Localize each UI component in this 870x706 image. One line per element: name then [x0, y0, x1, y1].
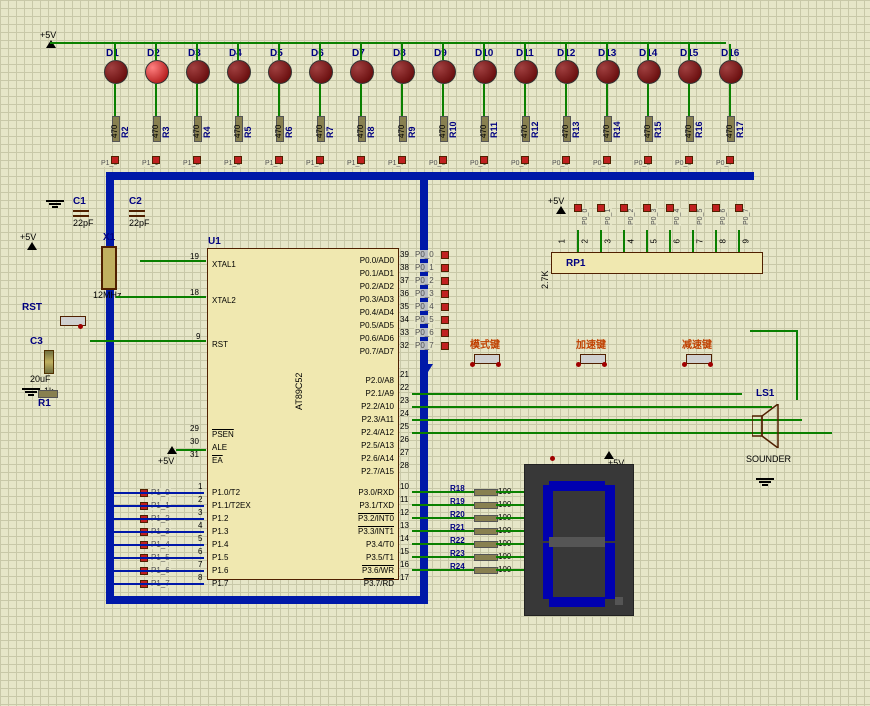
c1-val: 22pF — [73, 218, 94, 228]
res-r24 — [474, 567, 498, 574]
rp1-ref: RP1 — [566, 258, 585, 269]
wire-xtal1 — [140, 260, 206, 262]
res-r21 — [474, 528, 498, 535]
vcc-reset-arrow — [27, 242, 37, 250]
c2-sym — [129, 210, 145, 212]
btn-label-up: 加速键 — [576, 336, 606, 351]
led-d1 — [104, 60, 128, 84]
bus-horizontal — [106, 172, 754, 180]
led-d9 — [432, 60, 456, 84]
xtal2-lbl: XTAL2 — [212, 296, 236, 305]
mcu-part: AT89C52 — [294, 373, 304, 410]
led-ref-5: D6 — [311, 48, 324, 59]
vcc-rp1-lbl: +5V — [548, 196, 564, 206]
seg-g — [549, 537, 605, 547]
led-ref-3: D4 — [229, 48, 242, 59]
led-ref-2: D3 — [188, 48, 201, 59]
gnd-caps — [46, 200, 64, 202]
res-r22 — [474, 541, 498, 548]
seg-f — [543, 485, 553, 541]
seg-c — [605, 543, 615, 599]
btn-label-mode: 模式键 — [470, 336, 500, 351]
c3-sym — [44, 350, 54, 374]
c3-ref: C3 — [30, 336, 43, 347]
led-d6 — [309, 60, 333, 84]
led-d11 — [514, 60, 538, 84]
c2-sym2 — [129, 215, 145, 217]
seven-seg-display — [524, 464, 634, 616]
led-ref-0: D1 — [106, 48, 119, 59]
vcc-rp1 — [556, 206, 566, 214]
seg-d — [549, 597, 605, 607]
wire-vcc-top — [50, 42, 726, 44]
led-d12 — [555, 60, 579, 84]
led-d3 — [186, 60, 210, 84]
x1-val: 12MHz — [93, 290, 122, 300]
wire-ea — [176, 449, 206, 451]
c1-ref: C1 — [73, 196, 86, 207]
gnd-r1 — [22, 388, 40, 390]
c1-sym2 — [73, 215, 89, 217]
wire-btn-down — [796, 330, 798, 400]
vcc-label: +5V — [40, 30, 56, 40]
res-r20 — [474, 515, 498, 522]
seg-dp — [615, 597, 623, 605]
led-ref-4: D5 — [270, 48, 283, 59]
c2-ref: C2 — [129, 196, 142, 207]
gnd-sounder — [756, 478, 774, 480]
led-d2 — [145, 60, 169, 84]
sounder-label: SOUNDER — [746, 454, 791, 464]
c2-val: 22pF — [129, 218, 150, 228]
c3-val: 20uF — [30, 374, 51, 384]
x1-ref: X1 — [103, 232, 115, 243]
xtal1-lbl: XTAL1 — [212, 260, 236, 269]
led-ref-7: D8 — [393, 48, 406, 59]
led-d7 — [350, 60, 374, 84]
rst-pin-lbl: RST — [212, 340, 228, 349]
led-d15 — [678, 60, 702, 84]
x1-sym — [101, 246, 117, 290]
seg-anode-dot — [550, 456, 555, 461]
led-ref-8: D9 — [434, 48, 447, 59]
res-r18 — [474, 489, 498, 496]
led-d16 — [719, 60, 743, 84]
rp1-val: 2.7K — [540, 270, 550, 289]
res-r19 — [474, 502, 498, 509]
wire-xtal2 — [116, 296, 206, 298]
led-d14 — [637, 60, 661, 84]
led-d8 — [391, 60, 415, 84]
led-d13 — [596, 60, 620, 84]
bus-bottom — [106, 596, 428, 604]
wire-rst — [90, 340, 206, 342]
btn-label-down: 减速键 — [682, 336, 712, 351]
res-r23 — [474, 554, 498, 561]
seg-e — [543, 543, 553, 599]
r1-ref: R1 — [38, 398, 51, 409]
vcc-ea-lbl: +5V — [158, 456, 174, 466]
c1-sym — [73, 210, 89, 212]
led-d10 — [473, 60, 497, 84]
led-d4 — [227, 60, 251, 84]
seg-b — [605, 485, 615, 541]
led-ref-6: D7 — [352, 48, 365, 59]
mcu-ref: U1 — [208, 236, 221, 247]
led-d5 — [268, 60, 292, 84]
vcc-reset-label: +5V — [20, 232, 36, 242]
bus-vertical — [420, 172, 428, 604]
wire-btn-top — [750, 330, 798, 332]
led-ref-1: D2 — [147, 48, 160, 59]
rst-dot — [78, 324, 83, 329]
rst-label: RST — [22, 302, 42, 313]
seg-a — [549, 481, 605, 491]
ls1-ref: LS1 — [756, 388, 774, 399]
r1-sym — [38, 390, 58, 398]
sounder-icon — [752, 404, 792, 448]
